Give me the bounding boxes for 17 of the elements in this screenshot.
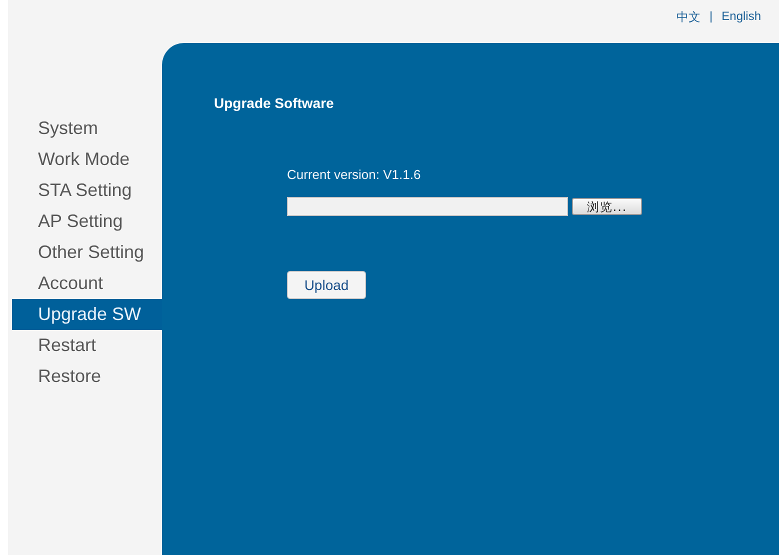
language-link[interactable]: 中文 [676,9,701,26]
sidebar-item[interactable]: STA Setting [12,175,162,206]
browse-button[interactable]: 浏览... [572,198,642,215]
current-version-text: Current version: V1.1.6 [287,167,421,182]
file-path-field[interactable] [287,197,568,216]
panel-title: Upgrade Software [214,95,335,111]
sidebar-item[interactable]: Account [12,268,162,299]
sidebar-item[interactable]: Restore [12,361,162,392]
sidebar-item[interactable]: System [12,113,162,144]
language-link[interactable]: English [722,9,761,23]
sidebar-item[interactable]: Other Setting [12,237,162,268]
language-separator: | [710,9,713,23]
sidebar-item[interactable]: Restart [12,330,162,361]
sidebar-item[interactable]: Work Mode [12,144,162,175]
sidebar-item[interactable]: Upgrade SW [12,299,162,330]
sidebar-item[interactable]: AP Setting [12,206,162,237]
upload-button[interactable]: Upload [287,271,366,299]
